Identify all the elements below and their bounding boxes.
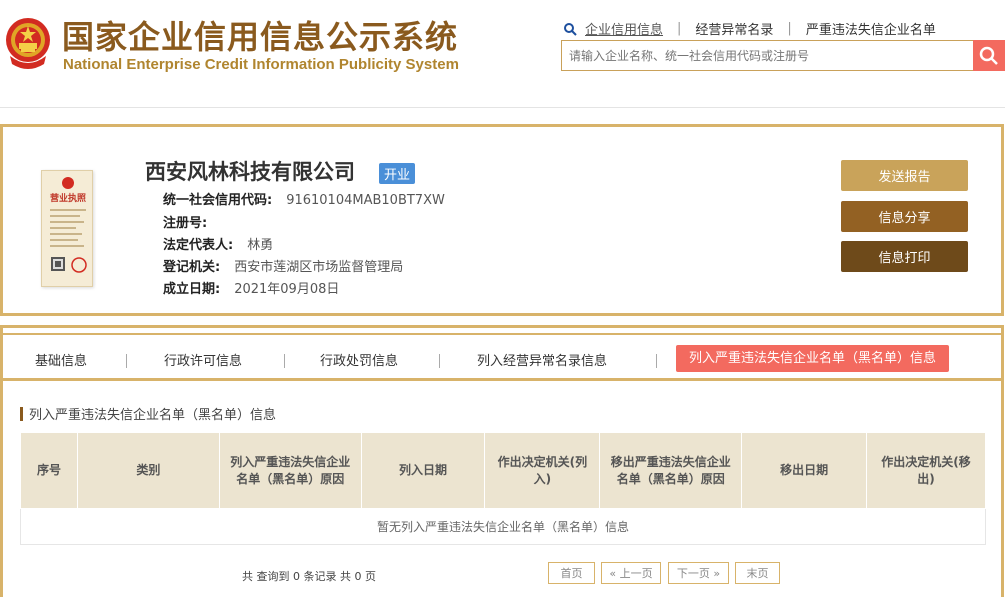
tab-divider <box>439 354 440 368</box>
field-value: 林勇 <box>247 238 274 253</box>
field-label: 法定代表人: <box>163 238 234 253</box>
site-header: 国家企业信用信息公示系统 National Enterprise Credit … <box>0 0 1005 108</box>
tab-admin-license[interactable]: 行政许可信息 <box>164 350 242 369</box>
top-nav: 企业信用信息 | 经营异常名录 | 严重违法失信企业名单 <box>563 19 936 38</box>
field-label: 注册号: <box>163 216 208 231</box>
info-reg-no: 注册号: <box>163 212 221 231</box>
tab-divider <box>656 354 657 368</box>
system-title-cn: 国家企业信用信息公示系统 <box>62 18 459 56</box>
nav-abnormal-list[interactable]: 经营异常名录 <box>695 19 773 38</box>
send-report-button[interactable]: 发送报告 <box>841 160 968 191</box>
pager-next-button[interactable]: 下一页 » <box>668 562 729 584</box>
info-established-date: 成立日期: 2021年09月08日 <box>163 278 339 297</box>
field-value: 2021年09月08日 <box>234 282 340 297</box>
field-label: 成立日期: <box>163 282 221 297</box>
pager-last-button[interactable]: 末页 <box>735 562 780 584</box>
national-emblem-icon <box>6 18 50 69</box>
tab-abnormal-list[interactable]: 列入经营异常名录信息 <box>477 350 607 369</box>
column-header: 移出严重违法失信企业名单（黑名单）原因 <box>599 432 743 509</box>
status-badge: 开业 <box>379 163 416 184</box>
system-title-en: National Enterprise Credit Information P… <box>63 56 459 73</box>
pager-first-button[interactable]: 首页 <box>548 562 595 584</box>
pager-prev-button[interactable]: « 上一页 <box>601 562 661 584</box>
info-legal-rep: 法定代表人: 林勇 <box>163 234 273 253</box>
blacklist-section-title: 列入严重违法失信企业名单（黑名单）信息 <box>20 404 276 423</box>
search-icon <box>979 46 998 65</box>
svg-text:营业执照: 营业执照 <box>50 192 86 204</box>
business-license-image[interactable]: 营业执照 <box>41 170 93 287</box>
tab-divider <box>284 354 285 368</box>
column-header: 列入严重违法失信企业名单（黑名单）原因 <box>218 432 362 509</box>
field-label: 登记机关: <box>163 260 221 275</box>
field-label: 统一社会信用代码: <box>163 193 273 208</box>
detail-section: 基础信息 行政许可信息 行政处罚信息 列入经营异常名录信息 列入严重违法失信企业… <box>0 325 1004 597</box>
column-header: 移出日期 <box>741 432 868 509</box>
info-reg-authority: 登记机关: 西安市莲湖区市场监督管理局 <box>163 256 403 275</box>
column-header: 作出决定机关(列入) <box>484 432 601 509</box>
table-header-row: 序号 类别 列入严重违法失信企业名单（黑名单）原因 列入日期 作出决定机关(列入… <box>20 432 986 509</box>
info-credit-code: 统一社会信用代码: 91610104MAB10BT7XW <box>163 189 445 208</box>
empty-message: 暂无列入严重违法失信企业名单（黑名单）信息 <box>20 508 986 545</box>
tab-basic-info[interactable]: 基础信息 <box>35 350 87 369</box>
blacklist-table: 序号 类别 列入严重违法失信企业名单（黑名单）原因 列入日期 作出决定机关(列入… <box>20 432 986 545</box>
pager-summary: 共 查询到 0 条记录 共 0 页 <box>242 570 376 583</box>
share-info-button[interactable]: 信息分享 <box>841 201 968 232</box>
search-icon <box>564 22 577 36</box>
company-name: 西安风林科技有限公司 <box>145 160 355 184</box>
tab-divider <box>126 354 127 368</box>
column-header: 类别 <box>76 432 220 509</box>
print-info-button[interactable]: 信息打印 <box>841 241 968 272</box>
search-button[interactable] <box>973 40 1005 71</box>
nav-separator: | <box>677 21 682 36</box>
title-marker <box>20 406 23 421</box>
nav-enterprise-credit[interactable]: 企业信用信息 <box>585 19 663 38</box>
nav-separator: | <box>787 21 792 36</box>
license-picture: 营业执照 <box>50 177 87 273</box>
tab-bar: 基础信息 行政许可信息 行政处罚信息 列入经营异常名录信息 列入严重违法失信企业… <box>3 333 1001 381</box>
nav-blacklist[interactable]: 严重违法失信企业名单 <box>806 19 936 38</box>
blacklist-title-text: 列入严重违法失信企业名单（黑名单）信息 <box>29 408 277 423</box>
tab-blacklist[interactable]: 列入严重违法失信企业名单（黑名单）信息 <box>676 345 950 372</box>
table-row: 暂无列入严重违法失信企业名单（黑名单）信息 <box>20 508 986 545</box>
company-card: 营业执照 西安风林科技有限公司 开业 统一社会信用代码: 91610104MAB1… <box>0 124 1004 316</box>
column-header: 序号 <box>20 432 78 509</box>
column-header: 作出决定机关(移出) <box>866 432 986 509</box>
tab-admin-penalty[interactable]: 行政处罚信息 <box>320 350 398 369</box>
column-header: 列入日期 <box>360 432 486 509</box>
field-value: 西安市莲湖区市场监督管理局 <box>234 260 404 275</box>
field-value: 91610104MAB10BT7XW <box>286 193 445 208</box>
search-input[interactable] <box>561 40 974 71</box>
